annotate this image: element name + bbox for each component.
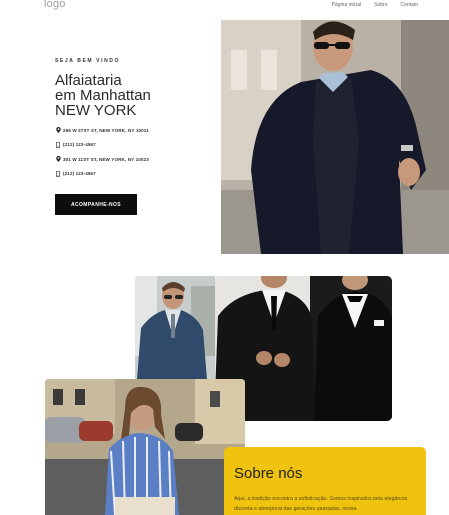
phone-row: (212) 123-4567	[55, 141, 215, 148]
main-nav: Página inicial Sobre Contato	[332, 2, 418, 8]
address-text: 301 W 11ST ST, NEW YORK, NY 10023	[63, 156, 149, 162]
hero-title-line: Alfaiataria	[55, 72, 122, 89]
site-header: logo Página inicial Sobre Contato	[0, 0, 449, 14]
follow-us-button[interactable]: ACOMPANHE-NOS	[55, 194, 137, 215]
nav-home-link[interactable]: Página inicial	[332, 2, 361, 8]
address-row: 301 W 11ST ST, NEW YORK, NY 10023	[55, 156, 215, 162]
about-title: Sobre nós	[234, 465, 303, 482]
hero-photo	[221, 20, 449, 254]
about-card: Sobre nós Aqui, a tradição encontra a so…	[224, 447, 426, 515]
phone-text: (212) 123-4567	[63, 171, 96, 176]
street-style-photo	[45, 379, 245, 515]
phone-row: (212) 123-4567	[55, 170, 215, 177]
hero-title: Alfaiataria em Manhattan NEW YORK	[55, 73, 215, 118]
contact-list: 256 W 27ST ST, NEW YORK, NY 10011 (212) …	[55, 127, 215, 177]
address-row: 256 W 27ST ST, NEW YORK, NY 10011	[55, 127, 215, 133]
phone-text: (212) 123-4567	[63, 142, 96, 147]
welcome-label: SEJA BEM VINDO	[55, 58, 120, 64]
phone-icon	[55, 141, 61, 148]
logo[interactable]: logo	[44, 0, 66, 10]
nav-contact-link[interactable]: Contato	[400, 2, 418, 8]
location-pin-icon	[55, 156, 61, 162]
phone-icon	[55, 170, 61, 177]
hero-title-line: em Manhattan	[55, 87, 151, 104]
hero-section: SEJA BEM VINDO Alfaiataria em Manhattan …	[55, 58, 215, 185]
nav-about-link[interactable]: Sobre	[374, 2, 387, 8]
address-text: 256 W 27ST ST, NEW YORK, NY 10011	[63, 127, 149, 133]
blue-suit-photo	[135, 276, 215, 380]
hero-title-line: NEW YORK	[55, 102, 137, 119]
location-pin-icon	[55, 127, 61, 133]
about-text: Aqui, a tradição encontra a sofisticação…	[234, 496, 408, 512]
